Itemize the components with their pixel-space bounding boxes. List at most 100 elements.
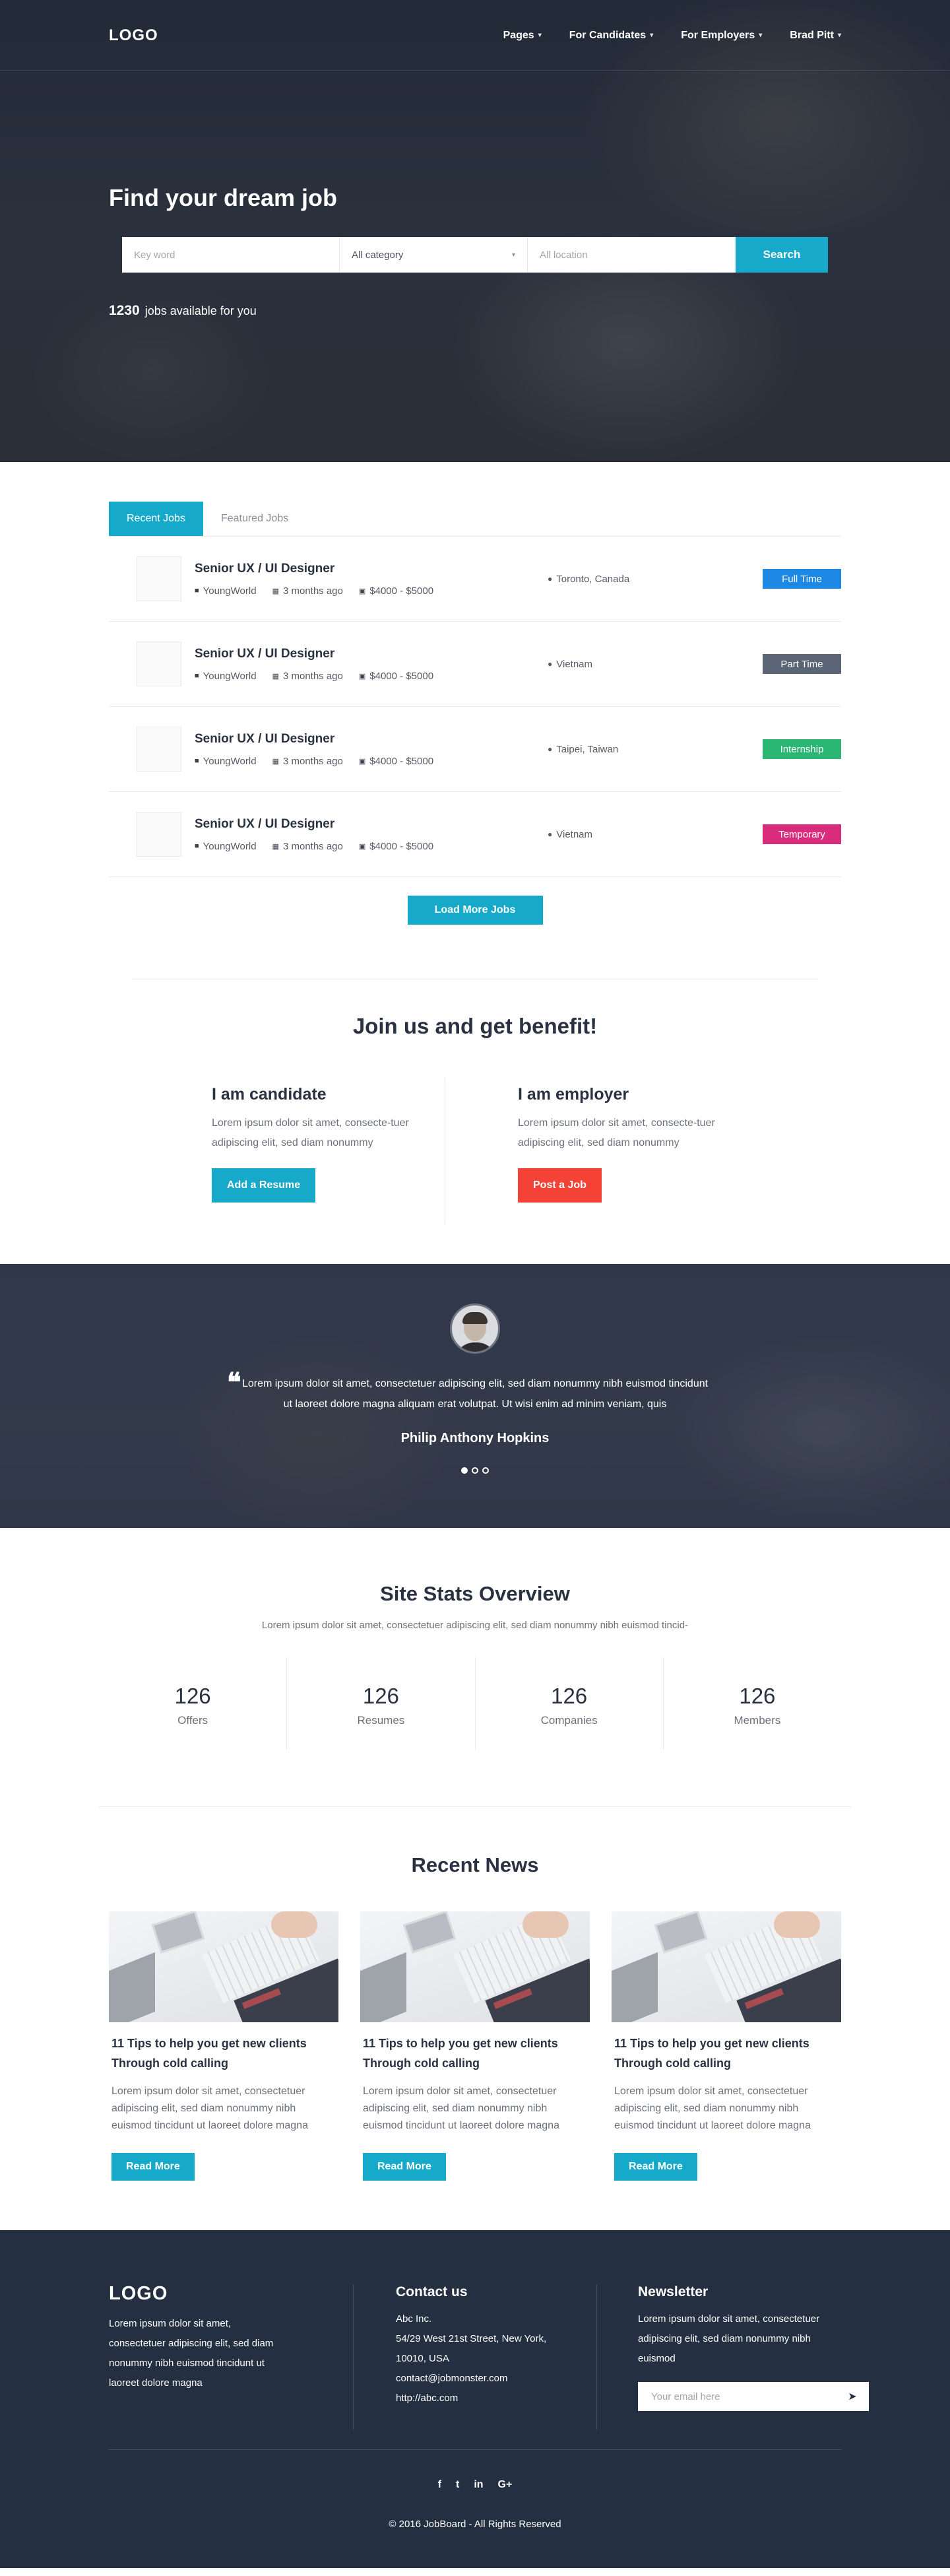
stat-label: Companies: [540, 1714, 598, 1727]
newsletter-email-input[interactable]: Your email here: [638, 2382, 836, 2411]
news-image[interactable]: [612, 1911, 841, 2022]
money-icon: ▣: [358, 672, 366, 680]
money-icon: ▣: [358, 587, 366, 595]
search-button[interactable]: Search: [736, 237, 828, 273]
linkedin-icon[interactable]: in: [474, 2479, 483, 2491]
job-row[interactable]: Senior UX / UI Designer ■ YoungWorld ▦ 3 m…: [109, 622, 841, 707]
news-card-title[interactable]: 11 Tips to help you get new clients Thro…: [360, 2033, 590, 2073]
location-text: Vietnam: [556, 658, 593, 670]
calendar-icon: ▦: [272, 842, 279, 851]
facebook-icon[interactable]: f: [438, 2479, 441, 2491]
job-row[interactable]: Senior UX / UI Designer ■ YoungWorld ▦ 3 m…: [109, 792, 841, 877]
company-logo: [137, 642, 181, 686]
jobs-available: 1230 jobs available for you: [109, 303, 841, 319]
footer-contact: Contact us Abc Inc. 54/29 West 21st Stre…: [353, 2284, 597, 2429]
news-card-text: Lorem ipsum dolor sit amet, consectetuer…: [614, 2086, 811, 2131]
employer-text: Lorem ipsum dolor sit amet, consecte-tue…: [518, 1117, 715, 1148]
posted-time: 3 months ago: [282, 670, 343, 682]
category-select[interactable]: All category ▾: [340, 237, 528, 273]
testimonial-quote: Lorem ipsum dolor sit amet, consectetuer…: [241, 1378, 709, 1410]
newsletter-title: Newsletter: [638, 2284, 709, 2299]
testimonial-author: Philip Anthony Hopkins: [400, 1431, 550, 1445]
job-type-badge: Full Time: [763, 569, 841, 589]
stat-value: 126: [739, 1684, 776, 1708]
briefcase-icon: ■: [195, 672, 199, 680]
carousel-dot[interactable]: [461, 1467, 468, 1474]
stat-offers: 126 Offers: [99, 1657, 288, 1750]
chevron-down-icon: ▾: [759, 32, 763, 39]
copyright: © 2016 JobBoard - All Rights Reserved: [389, 2519, 561, 2530]
nav-user-name: Brad Pitt: [790, 29, 834, 41]
stats-title: Site Stats Overview: [380, 1582, 570, 1605]
tab-featured-jobs[interactable]: Featured Jobs: [203, 502, 306, 536]
nav-for-candidates[interactable]: For Candidates ▾: [569, 30, 654, 42]
jobs-section: Recent Jobs Featured Jobs Senior UX / UI…: [0, 462, 950, 979]
send-icon[interactable]: ➤: [836, 2382, 869, 2411]
read-more-button[interactable]: Read More: [111, 2153, 195, 2181]
logo[interactable]: LOGO: [109, 26, 158, 45]
stat-value: 126: [362, 1684, 399, 1708]
job-posted: ▦ 3 months ago: [272, 585, 343, 597]
carousel-dots: [0, 1467, 950, 1474]
contact-email[interactable]: contact@jobmonster.com: [396, 2369, 596, 2389]
posted-time: 3 months ago: [282, 840, 343, 852]
job-title[interactable]: Senior UX / UI Designer: [195, 817, 548, 832]
main-nav: Pages ▾ For Candidates ▾ For Employers ▾ Br…: [503, 30, 841, 42]
job-title[interactable]: Senior UX / UI Designer: [195, 562, 548, 576]
job-row[interactable]: Senior UX / UI Designer ■ YoungWorld ▦ 3 m…: [109, 707, 841, 792]
job-location: ● Vietnam: [548, 829, 763, 840]
benefit-title: Join us and get benefit!: [352, 1014, 598, 1038]
footer-about-text: Lorem ipsum dolor sit amet, consectetuer…: [109, 2318, 274, 2389]
read-more-button[interactable]: Read More: [614, 2153, 697, 2181]
stat-companies: 126 Companies: [476, 1657, 664, 1750]
job-location: ● Toronto, Canada: [548, 574, 763, 585]
news-card-title[interactable]: 11 Tips to help you get new clients Thro…: [109, 2033, 338, 2073]
footer-divider: [109, 2449, 841, 2450]
news-image[interactable]: [109, 1911, 338, 2022]
job-posted: ▦ 3 months ago: [272, 671, 343, 682]
salary-range: $4000 - $5000: [369, 585, 434, 597]
job-type-badge: Internship: [763, 739, 841, 759]
google-plus-icon[interactable]: G+: [498, 2479, 513, 2491]
job-company: ■ YoungWorld: [195, 841, 257, 852]
stat-label: Members: [734, 1714, 781, 1727]
news-image[interactable]: [360, 1911, 590, 2022]
map-marker-icon: ●: [548, 744, 553, 754]
location-text: Toronto, Canada: [556, 573, 630, 585]
load-more-jobs-button[interactable]: Load More Jobs: [407, 896, 543, 925]
stat-label: Resumes: [357, 1714, 405, 1727]
company-name: YoungWorld: [203, 585, 257, 597]
post-job-button[interactable]: Post a Job: [518, 1168, 602, 1203]
news-title: Recent News: [411, 1853, 539, 1876]
keyword-input[interactable]: Key word: [122, 237, 340, 273]
nav-for-employers[interactable]: For Employers ▾: [681, 30, 762, 42]
stats-subtitle: Lorem ipsum dolor sit amet, consectetuer…: [261, 1620, 689, 1631]
location-input[interactable]: All location: [528, 237, 736, 273]
job-company: ■ YoungWorld: [195, 756, 257, 767]
salary-range: $4000 - $5000: [369, 755, 434, 767]
candidate-panel: I am candidate Lorem ipsum dolor sit ame…: [195, 1078, 445, 1224]
twitter-icon[interactable]: t: [456, 2479, 459, 2491]
footer-about: LOGO Lorem ipsum dolor sit amet, consect…: [109, 2283, 353, 2429]
testimonial-avatar: [450, 1304, 500, 1354]
read-more-button[interactable]: Read More: [363, 2153, 446, 2181]
job-posted: ▦ 3 months ago: [272, 841, 343, 852]
news-card-title[interactable]: 11 Tips to help you get new clients Thro…: [612, 2033, 841, 2073]
job-title[interactable]: Senior UX / UI Designer: [195, 647, 548, 661]
footer-logo[interactable]: LOGO: [109, 2283, 353, 2305]
contact-website[interactable]: http://abc.com: [396, 2389, 596, 2408]
money-icon: ▣: [358, 842, 366, 851]
nav-pages[interactable]: Pages ▾: [503, 30, 542, 42]
nav-user-menu[interactable]: Brad Pitt ▾: [790, 30, 841, 42]
tab-recent-jobs[interactable]: Recent Jobs: [109, 502, 203, 536]
carousel-dot[interactable]: [482, 1467, 489, 1474]
job-salary: ▣ $4000 - $5000: [359, 841, 433, 852]
briefcase-icon: ■: [195, 757, 199, 765]
job-title[interactable]: Senior UX / UI Designer: [195, 732, 548, 746]
employer-title: I am employer: [518, 1085, 629, 1104]
briefcase-icon: ■: [195, 587, 199, 595]
carousel-dot[interactable]: [472, 1467, 478, 1474]
job-row[interactable]: Senior UX / UI Designer ■ YoungWorld ▦ 3 m…: [109, 537, 841, 622]
map-marker-icon: ●: [548, 659, 553, 669]
add-resume-button[interactable]: Add a Resume: [212, 1168, 316, 1203]
